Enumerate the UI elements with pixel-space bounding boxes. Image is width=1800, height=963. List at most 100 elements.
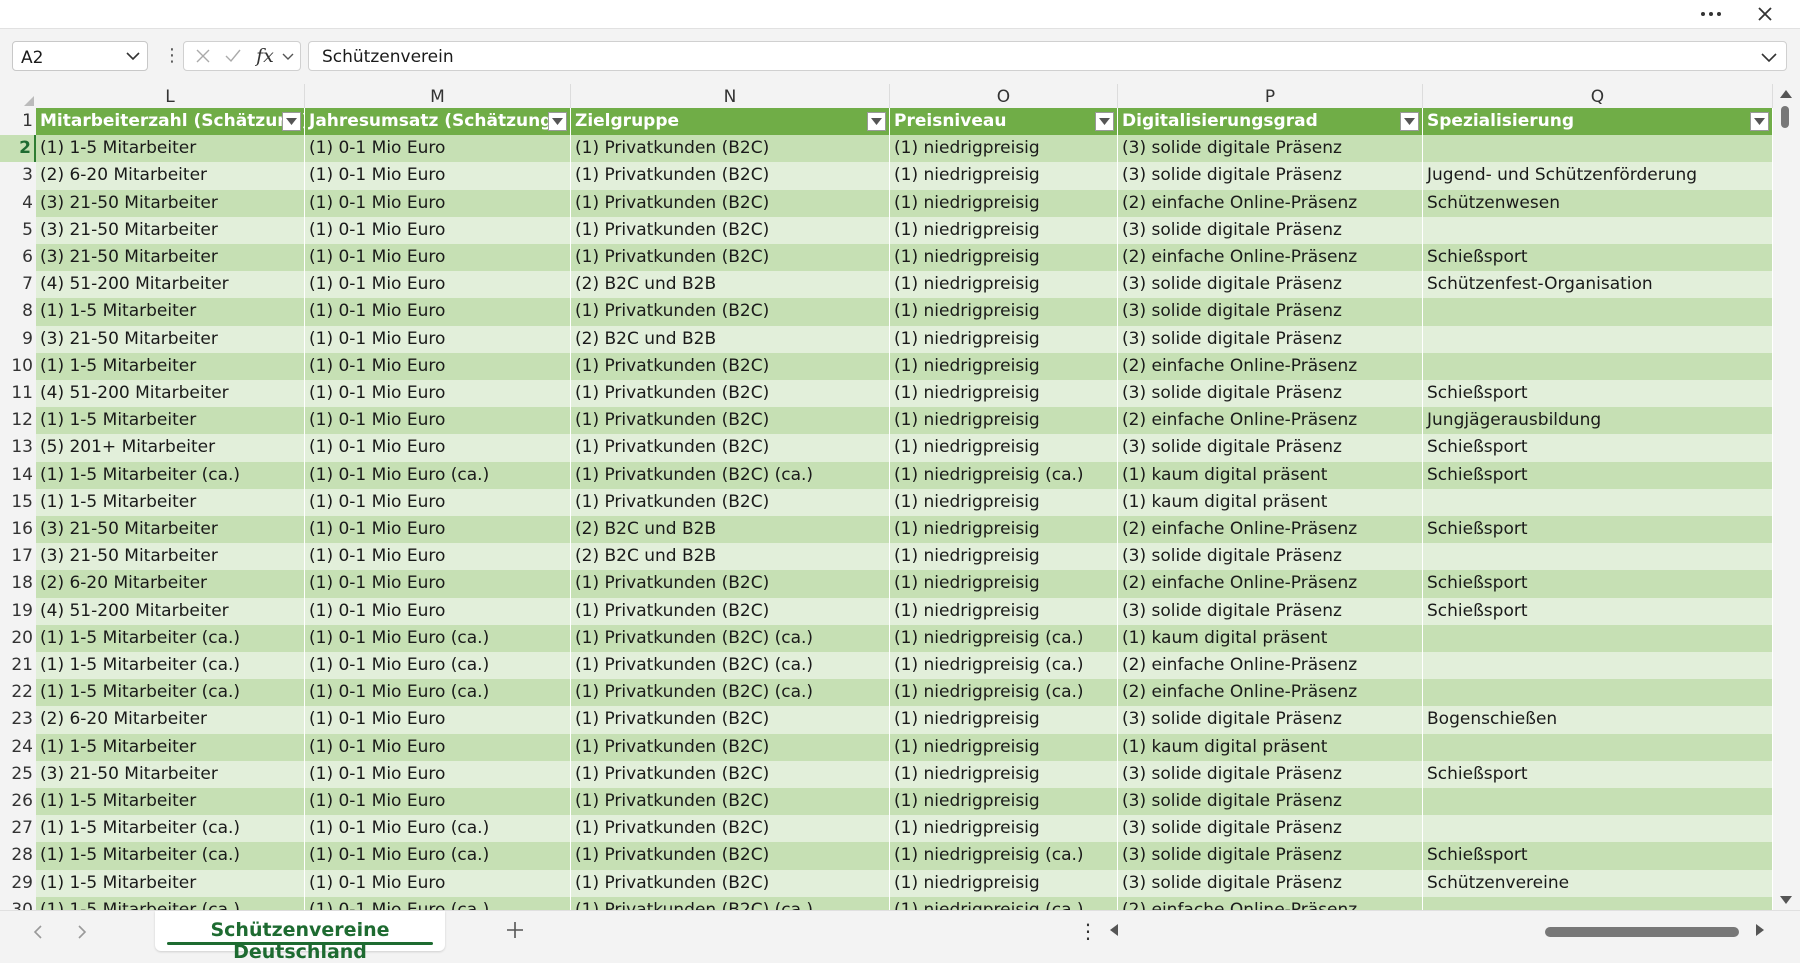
cell-jahresumsatz[interactable]: (1) 0-1 Mio Euro (305, 733, 571, 761)
cell-preisniveau[interactable]: (1) niedrigpreisig (890, 788, 1118, 816)
row-number[interactable]: 26 (0, 788, 36, 816)
cell-preisniveau[interactable]: (1) niedrigpreisig (ca.) (890, 842, 1118, 870)
header-cell-digitalisierungsgrad[interactable]: Digitalisierungsgrad (1118, 108, 1423, 136)
cancel-icon[interactable] (190, 42, 216, 70)
insert-function-icon[interactable]: fx (252, 42, 278, 70)
cell-spezialisierung[interactable] (1423, 815, 1773, 843)
cell-preisniveau[interactable]: (1) niedrigpreisig (890, 244, 1118, 272)
cell-spezialisierung[interactable] (1423, 543, 1773, 571)
cell-spezialisierung[interactable]: Schießsport (1423, 597, 1773, 625)
cell-spezialisierung[interactable] (1423, 352, 1773, 380)
cell-zielgruppe[interactable]: (1) Privatkunden (B2C) (571, 352, 890, 380)
row-number[interactable]: 17 (0, 543, 36, 571)
cell-zielgruppe[interactable]: (1) Privatkunden (B2C) (571, 869, 890, 897)
cell-spezialisierung[interactable] (1423, 733, 1773, 761)
cell-digitalisierungsgrad[interactable]: (3) solide digitale Präsenz (1118, 706, 1423, 734)
scroll-down-icon[interactable] (1779, 894, 1793, 906)
scroll-left-icon[interactable] (1108, 923, 1120, 937)
cell-digitalisierungsgrad[interactable]: (3) solide digitale Präsenz (1118, 543, 1423, 571)
cell-mitarbeiterzahl[interactable]: (3) 21-50 Mitarbeiter (36, 189, 305, 217)
cell-preisniveau[interactable]: (1) niedrigpreisig (890, 325, 1118, 353)
row-number[interactable]: 18 (0, 570, 36, 598)
row-number[interactable]: 2 (0, 135, 36, 163)
cell-digitalisierungsgrad[interactable]: (1) kaum digital präsent (1118, 461, 1423, 489)
cell-zielgruppe[interactable]: (2) B2C und B2B (571, 516, 890, 544)
cell-spezialisierung[interactable]: Schießsport (1423, 380, 1773, 408)
cell-spezialisierung[interactable] (1423, 896, 1773, 910)
cell-digitalisierungsgrad[interactable]: (3) solide digitale Präsenz (1118, 380, 1423, 408)
chevron-down-icon[interactable] (123, 45, 143, 67)
cell-jahresumsatz[interactable]: (1) 0-1 Mio Euro (ca.) (305, 815, 571, 843)
cell-digitalisierungsgrad[interactable]: (1) kaum digital präsent (1118, 624, 1423, 652)
cell-spezialisierung[interactable]: Schützenfest-Organisation (1423, 271, 1773, 299)
cell-zielgruppe[interactable]: (1) Privatkunden (B2C) (ca.) (571, 652, 890, 680)
row-number[interactable]: 29 (0, 869, 36, 897)
header-cell-zielgruppe[interactable]: Zielgruppe (571, 108, 890, 136)
scroll-up-icon[interactable] (1779, 88, 1793, 100)
cell-zielgruppe[interactable]: (1) Privatkunden (B2C) (ca.) (571, 679, 890, 707)
cell-preisniveau[interactable]: (1) niedrigpreisig (890, 869, 1118, 897)
cell-jahresumsatz[interactable]: (1) 0-1 Mio Euro (305, 135, 571, 163)
cell-mitarbeiterzahl[interactable]: (5) 201+ Mitarbeiter (36, 434, 305, 462)
formula-bar-options-icon[interactable]: ⋮ (163, 45, 181, 66)
cell-jahresumsatz[interactable]: (1) 0-1 Mio Euro (ca.) (305, 842, 571, 870)
cell-digitalisierungsgrad[interactable]: (1) kaum digital präsent (1118, 488, 1423, 516)
cell-mitarbeiterzahl[interactable]: (3) 21-50 Mitarbeiter (36, 244, 305, 272)
cell-zielgruppe[interactable]: (1) Privatkunden (B2C) (571, 407, 890, 435)
cell-mitarbeiterzahl[interactable]: (3) 21-50 Mitarbeiter (36, 516, 305, 544)
row-number[interactable]: 1 (0, 108, 36, 136)
cell-zielgruppe[interactable]: (1) Privatkunden (B2C) (571, 842, 890, 870)
cell-spezialisierung[interactable] (1423, 624, 1773, 652)
row-number[interactable]: 14 (0, 461, 36, 489)
cell-zielgruppe[interactable]: (2) B2C und B2B (571, 543, 890, 571)
filter-dropdown-icon[interactable] (867, 112, 886, 131)
cell-digitalisierungsgrad[interactable]: (3) solide digitale Präsenz (1118, 842, 1423, 870)
cell-jahresumsatz[interactable]: (1) 0-1 Mio Euro (305, 298, 571, 326)
header-cell-spezialisierung[interactable]: Spezialisierung (1423, 108, 1773, 136)
row-number[interactable]: 20 (0, 624, 36, 652)
cell-zielgruppe[interactable]: (1) Privatkunden (B2C) (ca.) (571, 896, 890, 910)
sheet-tab-active[interactable]: Schützenvereine Deutschland (155, 911, 445, 963)
cell-jahresumsatz[interactable]: (1) 0-1 Mio Euro (305, 216, 571, 244)
horizontal-scroll-thumb[interactable] (1545, 927, 1739, 937)
cell-preisniveau[interactable]: (1) niedrigpreisig (890, 570, 1118, 598)
cell-preisniveau[interactable]: (1) niedrigpreisig (890, 760, 1118, 788)
cell-digitalisierungsgrad[interactable]: (3) solide digitale Präsenz (1118, 325, 1423, 353)
cell-spezialisierung[interactable]: Jungjägerausbildung (1423, 407, 1773, 435)
column-letter-M[interactable]: M (305, 84, 571, 108)
column-letter-O[interactable]: O (890, 84, 1118, 108)
cell-jahresumsatz[interactable]: (1) 0-1 Mio Euro (305, 516, 571, 544)
cell-zielgruppe[interactable]: (1) Privatkunden (B2C) (ca.) (571, 461, 890, 489)
cell-jahresumsatz[interactable]: (1) 0-1 Mio Euro (305, 760, 571, 788)
cell-preisniveau[interactable]: (1) niedrigpreisig (ca.) (890, 679, 1118, 707)
row-number[interactable]: 3 (0, 162, 36, 190)
cell-mitarbeiterzahl[interactable]: (1) 1-5 Mitarbeiter (ca.) (36, 896, 305, 910)
filter-dropdown-icon[interactable] (1750, 112, 1769, 131)
cell-mitarbeiterzahl[interactable]: (1) 1-5 Mitarbeiter (36, 869, 305, 897)
more-options-button[interactable] (1691, 0, 1731, 28)
cell-zielgruppe[interactable]: (2) B2C und B2B (571, 325, 890, 353)
cell-zielgruppe[interactable]: (1) Privatkunden (B2C) (571, 434, 890, 462)
cell-spezialisierung[interactable] (1423, 652, 1773, 680)
cell-digitalisierungsgrad[interactable]: (3) solide digitale Präsenz (1118, 597, 1423, 625)
row-number[interactable]: 5 (0, 216, 36, 244)
cell-digitalisierungsgrad[interactable]: (2) einfache Online-Präsenz (1118, 244, 1423, 272)
cell-digitalisierungsgrad[interactable]: (2) einfache Online-Präsenz (1118, 679, 1423, 707)
cell-preisniveau[interactable]: (1) niedrigpreisig (890, 597, 1118, 625)
filter-dropdown-icon[interactable] (548, 112, 567, 131)
row-number[interactable]: 28 (0, 842, 36, 870)
cell-mitarbeiterzahl[interactable]: (4) 51-200 Mitarbeiter (36, 597, 305, 625)
cell-zielgruppe[interactable]: (1) Privatkunden (B2C) (571, 815, 890, 843)
cell-preisniveau[interactable]: (1) niedrigpreisig (890, 407, 1118, 435)
cell-preisniveau[interactable]: (1) niedrigpreisig (890, 516, 1118, 544)
cell-zielgruppe[interactable]: (1) Privatkunden (B2C) (ca.) (571, 624, 890, 652)
cell-spezialisierung[interactable]: Schießsport (1423, 570, 1773, 598)
cell-preisniveau[interactable]: (1) niedrigpreisig (890, 543, 1118, 571)
cell-spezialisierung[interactable]: Schießsport (1423, 244, 1773, 272)
cell-digitalisierungsgrad[interactable]: (3) solide digitale Präsenz (1118, 788, 1423, 816)
cell-mitarbeiterzahl[interactable]: (1) 1-5 Mitarbeiter (ca.) (36, 679, 305, 707)
row-number[interactable]: 11 (0, 380, 36, 408)
cell-jahresumsatz[interactable]: (1) 0-1 Mio Euro (305, 162, 571, 190)
row-number[interactable]: 8 (0, 298, 36, 326)
cell-spezialisierung[interactable] (1423, 216, 1773, 244)
